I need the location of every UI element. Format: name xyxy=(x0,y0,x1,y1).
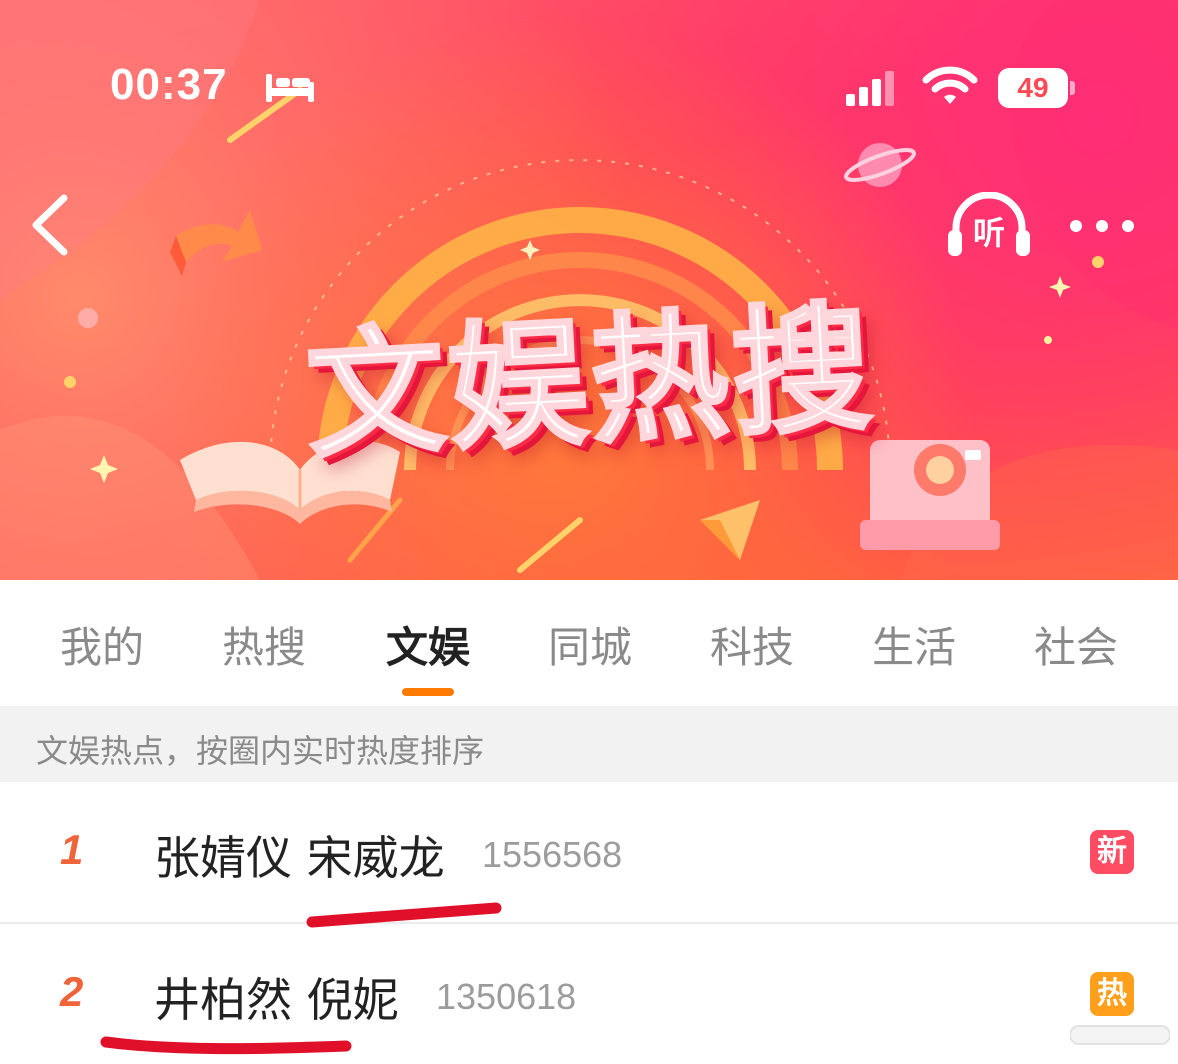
tab-life[interactable]: 生活 xyxy=(854,614,974,675)
status-time: 00:37 xyxy=(110,60,228,109)
heat-count: 1350618 xyxy=(436,976,577,1017)
rank-number: 2 xyxy=(60,968,84,1015)
underline-annotation xyxy=(100,1036,352,1055)
tab-tech[interactable]: 科技 xyxy=(692,614,812,675)
listen-label: 听 xyxy=(972,214,1005,252)
active-tab-indicator xyxy=(402,688,454,696)
list-item[interactable]: 1 张婧仪 宋威龙 1556568 新 xyxy=(0,782,1178,922)
tab-mine[interactable]: 我的 xyxy=(42,614,162,675)
banner: 00:37 49 听 文娱热搜 xyxy=(0,0,1178,580)
tab-society[interactable]: 社会 xyxy=(1016,614,1136,675)
rank-number: 1 xyxy=(60,826,84,873)
hint-text: 文娱热点，按圈内实时热度排序 xyxy=(36,732,485,770)
home-indicator xyxy=(1070,1025,1170,1045)
hot-badge: 热 xyxy=(1090,972,1134,1016)
hint-bar: 文娱热点，按圈内实时热度排序 xyxy=(0,706,1178,782)
back-button[interactable] xyxy=(20,190,80,260)
topic-title[interactable]: 井柏然 倪妮 xyxy=(154,964,399,1030)
wifi-icon xyxy=(922,66,978,104)
signal-icon xyxy=(846,71,894,106)
topic-title[interactable]: 张婧仪 宋威龙 xyxy=(154,822,445,888)
battery-level: 49 xyxy=(1017,72,1049,103)
category-tabs: 我的 热搜 文娱 同城 科技 生活 社会 xyxy=(0,580,1178,706)
chevron-left-icon xyxy=(32,194,68,256)
tab-entertainment[interactable]: 文娱 xyxy=(368,614,488,675)
underline-annotation xyxy=(306,902,502,928)
more-button[interactable] xyxy=(1062,206,1142,246)
heat-count: 1556568 xyxy=(482,834,623,875)
tab-hot-search[interactable]: 热搜 xyxy=(204,614,324,675)
more-dots-icon xyxy=(1070,220,1134,232)
bed-icon xyxy=(266,74,314,102)
new-badge: 新 xyxy=(1090,830,1134,874)
listen-button[interactable]: 听 xyxy=(944,192,1034,262)
battery-icon: 49 xyxy=(998,68,1076,108)
banner-title: 文娱热搜 xyxy=(301,286,880,480)
tab-local[interactable]: 同城 xyxy=(530,614,650,675)
